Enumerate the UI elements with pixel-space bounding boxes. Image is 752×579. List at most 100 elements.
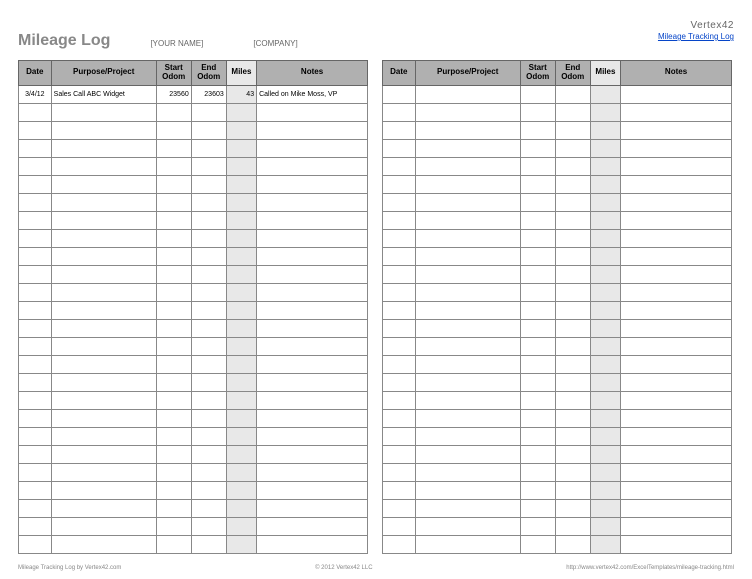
table-row — [19, 409, 368, 427]
cell-purpose — [415, 391, 520, 409]
cell-start — [520, 139, 555, 157]
cell-notes — [257, 265, 368, 283]
header: Mileage Log [YOUR NAME] [COMPANY] Vertex… — [18, 20, 734, 50]
cell-start — [156, 247, 191, 265]
col-end: End Odom — [191, 61, 226, 86]
cell-start — [520, 103, 555, 121]
cell-end — [191, 337, 226, 355]
table-row — [19, 427, 368, 445]
table-row — [383, 517, 732, 535]
table-row — [383, 373, 732, 391]
cell-start — [156, 355, 191, 373]
cell-miles — [226, 283, 256, 301]
cell-notes — [257, 157, 368, 175]
cell-notes — [257, 427, 368, 445]
cell-end — [555, 445, 590, 463]
cell-purpose — [51, 391, 156, 409]
cell-start — [156, 211, 191, 229]
cell-start — [520, 193, 555, 211]
page-title: Mileage Log — [18, 32, 110, 50]
table-row — [383, 445, 732, 463]
table-row — [19, 319, 368, 337]
cell-date — [19, 409, 52, 427]
cell-purpose — [415, 355, 520, 373]
cell-date — [19, 481, 52, 499]
col-start: Start Odom — [156, 61, 191, 86]
cell-purpose — [51, 499, 156, 517]
cell-start — [520, 121, 555, 139]
cell-miles — [590, 175, 620, 193]
cell-date — [19, 193, 52, 211]
table-row — [383, 139, 732, 157]
cell-start — [520, 499, 555, 517]
cell-date — [19, 283, 52, 301]
cell-date — [19, 445, 52, 463]
cell-miles — [226, 121, 256, 139]
cell-end — [191, 535, 226, 553]
cell-miles — [590, 337, 620, 355]
tables-container: Date Purpose/Project Start Odom End Odom… — [18, 60, 734, 554]
cell-miles — [590, 391, 620, 409]
cell-miles — [590, 265, 620, 283]
table-row — [383, 283, 732, 301]
cell-date — [19, 499, 52, 517]
cell-end — [555, 229, 590, 247]
company-placeholder: [COMPANY] — [253, 39, 297, 50]
cell-start — [520, 463, 555, 481]
cell-end — [191, 409, 226, 427]
cell-notes — [621, 319, 732, 337]
footer: Mileage Tracking Log by Vertex42.com © 2… — [18, 565, 734, 571]
cell-end — [191, 427, 226, 445]
cell-date — [383, 265, 416, 283]
cell-purpose — [415, 535, 520, 553]
cell-date — [19, 229, 52, 247]
cell-miles — [226, 391, 256, 409]
table-row — [19, 211, 368, 229]
cell-date — [19, 337, 52, 355]
col-notes: Notes — [257, 61, 368, 86]
cell-notes — [621, 121, 732, 139]
cell-end: 23603 — [191, 85, 226, 103]
cell-start — [156, 175, 191, 193]
table-row — [383, 193, 732, 211]
cell-date — [383, 211, 416, 229]
cell-notes — [621, 193, 732, 211]
cell-notes — [257, 373, 368, 391]
cell-purpose — [51, 229, 156, 247]
cell-end — [191, 499, 226, 517]
cell-notes — [621, 337, 732, 355]
cell-date — [19, 535, 52, 553]
cell-miles — [590, 301, 620, 319]
cell-start — [520, 175, 555, 193]
cell-date — [383, 175, 416, 193]
cell-start — [156, 499, 191, 517]
cell-end — [191, 445, 226, 463]
cell-purpose — [415, 445, 520, 463]
cell-purpose — [51, 121, 156, 139]
cell-date — [383, 319, 416, 337]
cell-miles — [590, 121, 620, 139]
cell-purpose — [415, 139, 520, 157]
col-purpose: Purpose/Project — [51, 61, 156, 86]
cell-notes — [257, 499, 368, 517]
cell-notes — [257, 535, 368, 553]
tracking-log-link[interactable]: Mileage Tracking Log — [658, 32, 734, 41]
cell-purpose — [415, 283, 520, 301]
cell-start — [156, 193, 191, 211]
cell-end — [555, 481, 590, 499]
cell-end — [191, 103, 226, 121]
cell-purpose — [51, 301, 156, 319]
cell-end — [555, 193, 590, 211]
cell-notes: Called on Mike Moss, VP — [257, 85, 368, 103]
cell-end — [555, 139, 590, 157]
cell-end — [555, 355, 590, 373]
cell-end — [191, 481, 226, 499]
cell-notes — [621, 103, 732, 121]
cell-notes — [621, 85, 732, 103]
cell-miles — [590, 229, 620, 247]
cell-end — [555, 157, 590, 175]
cell-purpose: Sales Call ABC Widget — [51, 85, 156, 103]
cell-miles — [590, 103, 620, 121]
cell-start — [520, 319, 555, 337]
cell-end — [555, 535, 590, 553]
